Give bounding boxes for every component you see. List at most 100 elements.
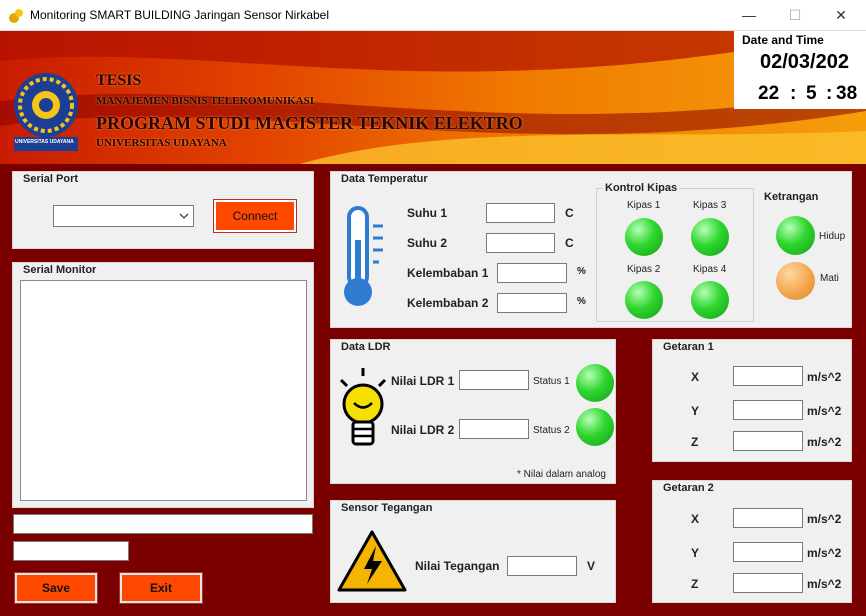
suhu-2-unit: C [565,236,574,250]
kipas-2-indicator [625,281,663,319]
tegangan-label: Nilai Tegangan [415,559,500,573]
suhu-1-field[interactable] [486,203,555,223]
getaran-1-y-field[interactable] [733,400,803,420]
getaran-1-x-label: X [691,370,700,384]
getaran-1-z-unit: m/s^2 [807,435,842,449]
kipas-2-label: Kipas 2 [627,264,661,275]
kelembaban-1-field[interactable] [497,263,567,283]
title-bar: Monitoring SMART BUILDING Jaringan Senso… [0,0,866,31]
kontrol-kipas-title: Kontrol Kipas [603,182,680,194]
suhu-2-label: Suhu 2 [407,236,448,250]
banner-line-univ: UNIVERSITAS UDAYANA [96,137,227,149]
kelembaban-2-field[interactable] [497,293,567,313]
getaran-1-y-unit: m/s^2 [807,404,842,418]
getaran-1-panel: Getaran 1 X m/s^2 Y m/s^2 Z m/s^2 [652,339,852,462]
temperatur-title: Data Temperatur [339,173,430,185]
getaran-1-z-field[interactable] [733,431,803,451]
serial-send-input[interactable] [13,514,313,534]
getaran-2-z-label: Z [691,577,699,591]
getaran-2-x-field[interactable] [733,508,803,528]
chevron-down-icon [179,213,189,219]
ldr-2-field[interactable] [459,419,529,439]
suhu-1-unit: C [565,206,574,220]
getaran-1-x-unit: m/s^2 [807,370,842,384]
getaran-1-title: Getaran 1 [661,341,716,353]
tegangan-title: Sensor Tegangan [339,502,435,514]
kipas-4-indicator [691,281,729,319]
kipas-3-indicator [691,218,729,256]
status-2-indicator [576,408,614,446]
high-voltage-icon [337,530,407,592]
legend-hidup-indicator [776,216,815,255]
connect-button[interactable]: Connect [213,199,297,233]
window-title: Monitoring SMART BUILDING Jaringan Senso… [30,8,330,22]
getaran-1-x-field[interactable] [733,366,803,386]
serial-monitor-panel: Serial Monitor [12,262,314,508]
kipas-1-label: Kipas 1 [627,200,661,211]
time-separator: : [790,83,797,104]
ldr-1-field[interactable] [459,370,529,390]
banner-line-tesis: TESIS [96,72,142,89]
datetime-panel: Date and Time 02/03/202 22 : 5 : 38 [734,31,866,109]
status-1-label: Status 1 [533,376,570,387]
getaran-2-z-unit: m/s^2 [807,577,842,591]
tegangan-panel: Sensor Tegangan Nilai Tegangan V [330,500,616,603]
ldr-panel: Data LDR Nilai LDR 1 Status 1 Nilai LDR … [330,339,616,484]
getaran-1-y-label: Y [691,404,700,418]
getaran-2-panel: Getaran 2 X m/s^2 Y m/s^2 Z m/s^2 [652,480,852,603]
serial-port-title: Serial Port [21,173,81,185]
serial-aux-input[interactable] [13,541,129,561]
minute-value: 5 [806,83,817,104]
suhu-2-field[interactable] [486,233,555,253]
serial-monitor-textarea[interactable] [20,280,307,501]
kipas-3-label: Kipas 3 [693,200,727,211]
suhu-1-label: Suhu 1 [407,206,448,220]
exit-button[interactable]: Exit [119,572,203,604]
getaran-2-y-field[interactable] [733,542,803,562]
close-button[interactable]: ✕ [818,0,864,31]
tegangan-unit: V [587,559,596,573]
getaran-2-y-unit: m/s^2 [807,546,842,560]
getaran-2-x-label: X [691,512,700,526]
app-icon [9,9,23,23]
ldr-note: * Nilai dalam analog [517,469,606,480]
getaran-2-title: Getaran 2 [661,482,716,494]
save-button[interactable]: Save [14,572,98,604]
getaran-2-z-field[interactable] [733,573,803,593]
hour-value: 22 [758,83,780,104]
status-2-label: Status 2 [533,425,570,436]
kipas-1-indicator [625,218,663,256]
thermometer-icon [344,206,383,306]
legend-mati-indicator [776,262,815,300]
getaran-2-y-label: Y [691,546,700,560]
tegangan-field[interactable] [507,556,577,576]
serial-monitor-title: Serial Monitor [21,264,99,276]
getaran-1-z-label: Z [691,435,699,449]
logo-caption: UNIVERSITAS UDAYANA [15,139,74,145]
ldr-2-label: Nilai LDR 2 [391,423,455,437]
ldr-1-label: Nilai LDR 1 [391,374,455,388]
status-1-indicator [576,364,614,402]
minimize-button[interactable]: — [726,0,772,31]
lightbulb-icon [339,368,387,446]
legend-hidup-label: Hidup [819,231,846,242]
legend-mati-label: Mati [820,273,839,284]
port-select[interactable] [53,205,194,227]
banner-line-program: MANAJEMEN BISNIS TELEKOMUNIKASI [96,95,315,107]
getaran-2-x-unit: m/s^2 [807,512,842,526]
banner-line-studi: PROGRAM STUDI MAGISTER TEKNIK ELEKTRO [96,113,523,133]
kelembaban-2-unit: % [577,296,586,307]
kipas-4-label: Kipas 4 [693,264,727,275]
serial-port-panel: Serial Port Connect [12,171,314,249]
kelembaban-2-label: Kelembaban 2 [407,296,489,310]
ldr-title: Data LDR [339,341,393,353]
time-separator: : [826,83,833,104]
date-value: 02/03/202 [760,51,849,73]
datetime-label: Date and Time [742,33,824,47]
ketrangan-title: Ketrangan [764,191,819,203]
kontrol-kipas-group: Kontrol Kipas Kipas 1 Kipas 3 Kipas 2 Ki… [596,182,754,322]
temperatur-panel: Data Temperatur Suhu 1 C Suhu 2 C Kelemb… [330,171,852,328]
kelembaban-1-unit: % [577,266,586,277]
maximize-button[interactable]: ☐ [772,0,818,31]
kelembaban-1-label: Kelembaban 1 [407,266,489,280]
